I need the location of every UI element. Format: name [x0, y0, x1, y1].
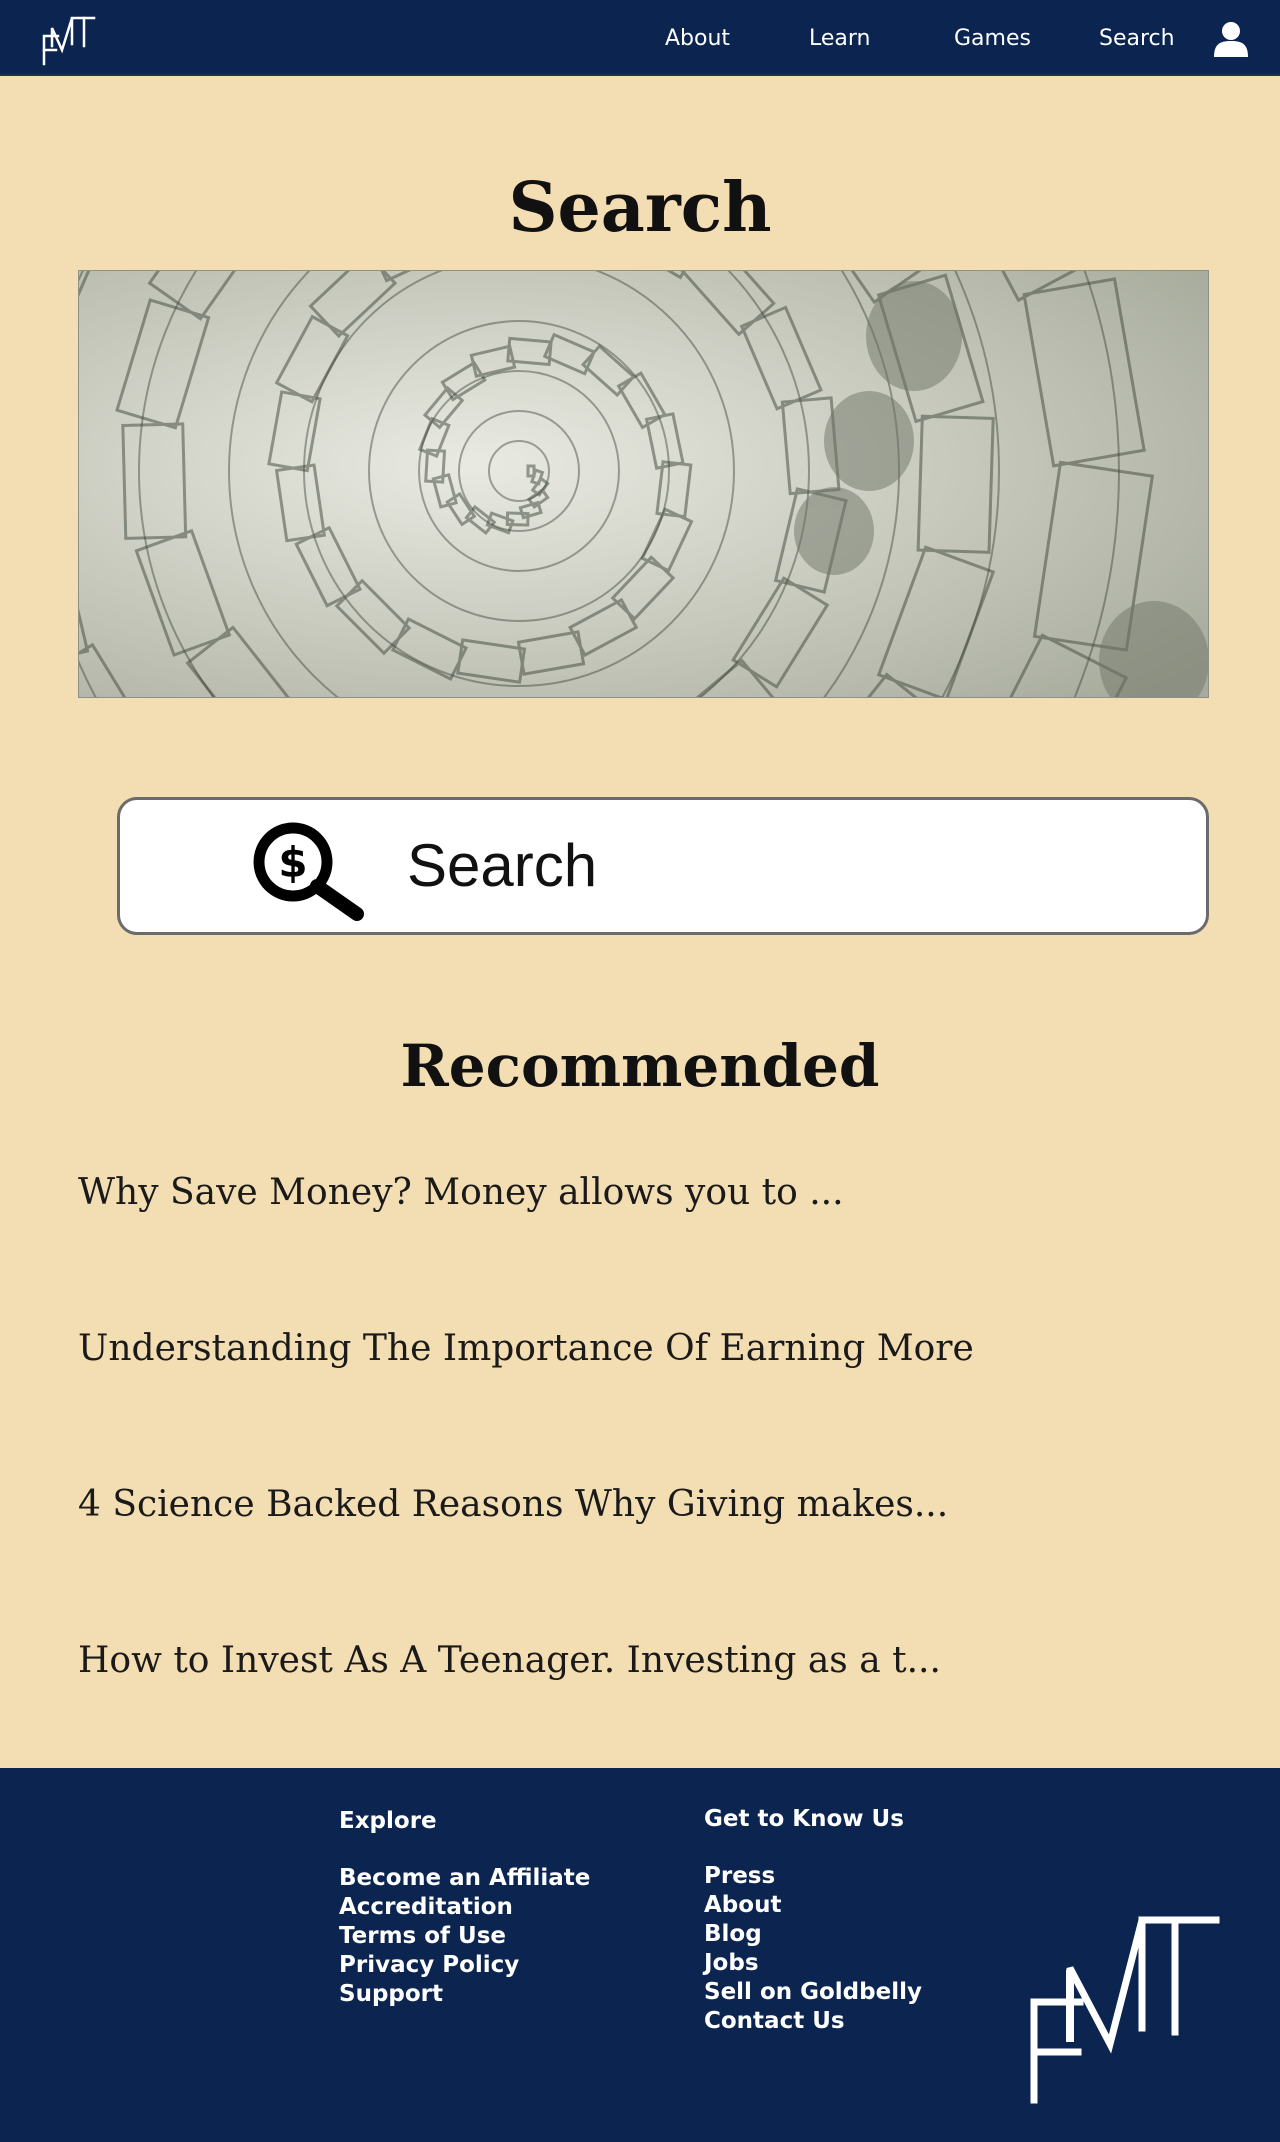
nav-link-search[interactable]: Search	[1099, 26, 1175, 51]
footer-link-sell-goldbelly[interactable]: Sell on Goldbelly	[704, 1979, 922, 2005]
footer-heading-know-us: Get to Know Us	[704, 1806, 904, 1832]
nav-link-about[interactable]: About	[665, 26, 730, 51]
nav-link-learn[interactable]: Learn	[809, 26, 871, 51]
footer-link-accreditation[interactable]: Accreditation	[339, 1894, 513, 1920]
footer-link-privacy[interactable]: Privacy Policy	[339, 1952, 519, 1978]
search-input[interactable]: $ Search	[117, 797, 1209, 935]
money-spiral-graphic	[79, 271, 1208, 697]
recommended-heading: Recommended	[400, 1032, 880, 1100]
top-nav: About Learn Games Search	[0, 0, 1280, 76]
recommended-item[interactable]: Understanding The Importance Of Earning …	[78, 1325, 974, 1373]
search-label: Search	[407, 832, 598, 899]
footer-link-support[interactable]: Support	[339, 1981, 443, 2007]
dollar-magnifier-icon: $	[253, 822, 364, 921]
footer-link-about[interactable]: About	[704, 1892, 781, 1918]
svg-text:$: $	[278, 838, 307, 887]
recommended-item[interactable]: Why Save Money? Money allows you to ...	[78, 1169, 844, 1217]
money-spiral-image	[78, 270, 1209, 698]
recommended-item[interactable]: How to Invest As A Teenager. Investing a…	[78, 1637, 941, 1685]
footer-explore-links: Become an Affiliate Accreditation Terms …	[339, 1864, 590, 2009]
footer-link-jobs[interactable]: Jobs	[704, 1950, 759, 1976]
fmt-logo[interactable]	[38, 10, 100, 68]
footer-link-terms[interactable]: Terms of Use	[339, 1923, 506, 1949]
footer-fmt-logo	[1030, 1916, 1220, 2104]
footer-know-us-links: Press About Blog Jobs Sell on Goldbelly …	[704, 1862, 922, 2036]
footer-link-become-affiliate[interactable]: Become an Affiliate	[339, 1865, 590, 1891]
recommended-item[interactable]: 4 Science Backed Reasons Why Giving make…	[78, 1481, 948, 1529]
footer-link-contact[interactable]: Contact Us	[704, 2008, 845, 2034]
footer-link-blog[interactable]: Blog	[704, 1921, 762, 1947]
page-title: Search	[508, 168, 772, 248]
footer-heading-explore: Explore	[339, 1808, 437, 1834]
nav-link-games[interactable]: Games	[954, 26, 1031, 51]
user-icon[interactable]	[1212, 20, 1250, 58]
footer-link-press[interactable]: Press	[704, 1863, 775, 1889]
